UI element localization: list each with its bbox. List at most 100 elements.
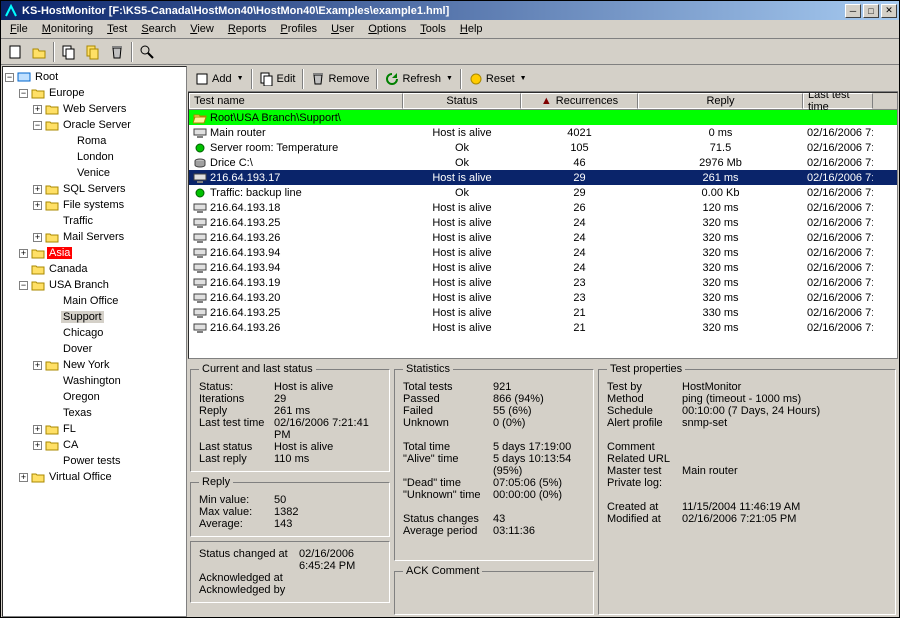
tree-node[interactable]: Power tests xyxy=(5,453,184,469)
cell-name: 216.64.193.25 xyxy=(210,217,280,229)
table-row[interactable]: 216.64.193.25Host is alive21330 ms02/16/… xyxy=(189,305,897,320)
tree-toggle[interactable]: − xyxy=(19,281,28,290)
table-row[interactable]: 216.64.193.20Host is alive23320 ms02/16/… xyxy=(189,290,897,305)
menu-monitoring[interactable]: Monitoring xyxy=(35,21,100,37)
sort-indicator-icon: ▲ xyxy=(541,95,552,107)
table-row[interactable]: Server room: TemperatureOk10571.502/16/2… xyxy=(189,140,897,155)
new-file-button[interactable] xyxy=(4,41,26,63)
tree-node[interactable]: +Virtual Office xyxy=(5,469,184,485)
kv-value xyxy=(682,441,887,453)
tree-toggle[interactable]: + xyxy=(33,201,42,210)
tree-node[interactable]: Texas xyxy=(5,405,184,421)
tree-node[interactable]: −Oracle Server xyxy=(5,117,184,133)
tree-node[interactable]: +SQL Servers xyxy=(5,181,184,197)
cell-last-time: 02/16/2006 7: xyxy=(803,202,873,214)
tree-node[interactable]: Traffic xyxy=(5,213,184,229)
tree-pane[interactable]: −Root−Europe+Web Servers−Oracle Server Ro… xyxy=(2,66,187,617)
table-row[interactable]: 216.64.193.25Host is alive24320 ms02/16/… xyxy=(189,215,897,230)
table-row[interactable]: 216.64.193.94Host is alive24320 ms02/16/… xyxy=(189,260,897,275)
table-row[interactable]: 216.64.193.94Host is alive24320 ms02/16/… xyxy=(189,245,897,260)
tree-label: Roma xyxy=(75,135,108,147)
tree-node[interactable]: +CA xyxy=(5,437,184,453)
tree-node[interactable]: Dover xyxy=(5,341,184,357)
tree-toggle[interactable]: + xyxy=(19,473,28,482)
edit-button[interactable]: Edit xyxy=(256,68,300,90)
table-row[interactable]: Main routerHost is alive40210 ms02/16/20… xyxy=(189,125,897,140)
menu-reports[interactable]: Reports xyxy=(221,21,274,37)
col-recurrences[interactable]: ▲Recurrences xyxy=(521,93,638,109)
tree-node[interactable]: +Web Servers xyxy=(5,101,184,117)
tree-node[interactable]: −Root xyxy=(5,69,184,85)
tree-node[interactable]: Chicago xyxy=(5,325,184,341)
tree-node[interactable]: +FL xyxy=(5,421,184,437)
table-row[interactable]: Root\USA Branch\Support\ xyxy=(189,110,897,125)
table-row[interactable]: 216.64.193.26Host is alive21320 ms02/16/… xyxy=(189,320,897,335)
tree-toggle[interactable]: + xyxy=(33,441,42,450)
add-button[interactable]: Add▼ xyxy=(191,68,248,90)
tree-node[interactable]: +Mail Servers xyxy=(5,229,184,245)
col-last-test-time[interactable]: Last test time xyxy=(803,93,873,109)
menu-test[interactable]: Test xyxy=(100,21,134,37)
menu-tools[interactable]: Tools xyxy=(413,21,453,37)
tree-toggle[interactable]: + xyxy=(33,425,42,434)
tree-node[interactable]: +File systems xyxy=(5,197,184,213)
kv-key: Schedule xyxy=(607,405,682,417)
trash-button[interactable] xyxy=(106,41,128,63)
cell-reply: 320 ms xyxy=(638,247,803,259)
menu-help[interactable]: Help xyxy=(453,21,490,37)
col-reply[interactable]: Reply xyxy=(638,93,803,109)
kv-key: Acknowledged at xyxy=(199,572,299,584)
maximize-button[interactable]: □ xyxy=(863,4,879,18)
menu-user[interactable]: User xyxy=(324,21,361,37)
tree-node[interactable]: London xyxy=(5,149,184,165)
tree-toggle[interactable]: + xyxy=(33,185,42,194)
copy-alt-button[interactable] xyxy=(82,41,104,63)
tree-toggle[interactable]: + xyxy=(33,361,42,370)
table-row[interactable]: 216.64.193.26Host is alive24320 ms02/16/… xyxy=(189,230,897,245)
reset-button[interactable]: Reset▼ xyxy=(465,68,531,90)
tree-node[interactable]: Support xyxy=(5,309,184,325)
tree-toggle[interactable]: + xyxy=(33,105,42,114)
table-row[interactable]: Traffic: backup lineOk290.00 Kb02/16/200… xyxy=(189,185,897,200)
tree-toggle[interactable]: + xyxy=(33,233,42,242)
col-status[interactable]: Status xyxy=(403,93,521,109)
tree-node[interactable]: Canada xyxy=(5,261,184,277)
tree-node[interactable]: +Asia xyxy=(5,245,184,261)
kv-value: snmp-set xyxy=(682,417,887,429)
tree-toggle[interactable]: + xyxy=(19,249,28,258)
col-test-name[interactable]: Test name xyxy=(189,93,403,109)
tree-node[interactable]: Oregon xyxy=(5,389,184,405)
refresh-button[interactable]: Refresh▼ xyxy=(381,68,456,90)
table-row[interactable]: 216.64.193.17Host is alive29261 ms02/16/… xyxy=(189,170,897,185)
tree-node[interactable]: −USA Branch xyxy=(5,277,184,293)
list-body[interactable]: Root\USA Branch\Support\Main routerHost … xyxy=(189,110,897,358)
open-button[interactable] xyxy=(28,41,50,63)
tree-node[interactable]: +New York xyxy=(5,357,184,373)
host-icon xyxy=(193,292,207,304)
tree-node[interactable]: −Europe xyxy=(5,85,184,101)
tree-toggle[interactable]: − xyxy=(33,121,42,130)
tree-node[interactable]: Venice xyxy=(5,165,184,181)
menu-view[interactable]: View xyxy=(183,21,221,37)
tree-toggle[interactable]: − xyxy=(5,73,14,82)
menu-search[interactable]: Search xyxy=(134,21,183,37)
table-row[interactable]: Drice C:\Ok462976 Mb02/16/2006 7: xyxy=(189,155,897,170)
tree-node[interactable]: Washington xyxy=(5,373,184,389)
host-icon xyxy=(193,172,207,184)
menu-file[interactable]: File xyxy=(3,21,35,37)
menu-profiles[interactable]: Profiles xyxy=(273,21,324,37)
minimize-button[interactable]: ─ xyxy=(845,4,861,18)
test-properties-group: Test properties Test byHostMonitorMethod… xyxy=(598,363,896,615)
kv-row: "Alive" time5 days 10:13:54 (95%) xyxy=(403,453,585,477)
tree-node[interactable]: Roma xyxy=(5,133,184,149)
search-button[interactable] xyxy=(136,41,158,63)
tree-node[interactable]: Main Office xyxy=(5,293,184,309)
table-row[interactable]: 216.64.193.19Host is alive23320 ms02/16/… xyxy=(189,275,897,290)
kv-value xyxy=(682,477,887,489)
tree-toggle[interactable]: − xyxy=(19,89,28,98)
menu-options[interactable]: Options xyxy=(361,21,413,37)
remove-button[interactable]: Remove xyxy=(307,68,373,90)
copy-button[interactable] xyxy=(58,41,80,63)
close-button[interactable]: ✕ xyxy=(881,4,897,18)
table-row[interactable]: 216.64.193.18Host is alive26120 ms02/16/… xyxy=(189,200,897,215)
